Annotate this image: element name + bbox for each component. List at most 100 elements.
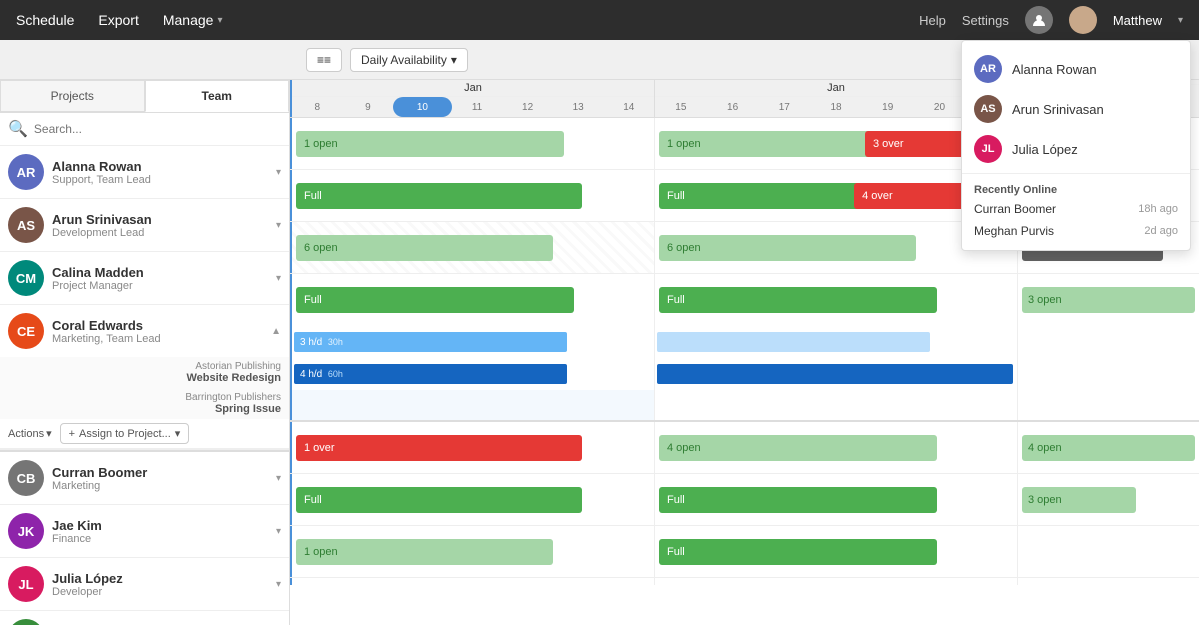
sched-coral-sub1-w3 xyxy=(1017,326,1199,358)
nav-export[interactable]: Export xyxy=(98,12,138,28)
bar-curran-w2[interactable]: 4 open xyxy=(659,435,937,461)
schedule-row-matthew: Full Off Full Off xyxy=(290,578,1199,585)
actions-chevron-icon: ▾ xyxy=(46,427,52,440)
dropdown-item-arun[interactable]: AS Arun Srinivasan xyxy=(962,89,1190,129)
assign-project-button[interactable]: + Assign to Project... ▾ xyxy=(60,423,190,444)
bar-jae-w1[interactable]: Full xyxy=(296,487,582,513)
expand-alanna-icon[interactable]: ▾ xyxy=(276,167,281,178)
bar-julia-w1[interactable]: 1 open xyxy=(296,539,553,565)
schedule-row-coral-sub1: 3 h/d 30h xyxy=(290,326,1199,358)
dropdown-avatar-alanna: AR xyxy=(974,55,1002,83)
filter-icon: ≡≡ xyxy=(317,53,331,67)
bar-coral-main-w2[interactable]: Full xyxy=(659,287,937,313)
search-icon: 🔍 xyxy=(8,119,28,139)
dropdown-online-time-meghan: 2d ago xyxy=(1144,225,1178,237)
person-role-curran: Marketing xyxy=(52,480,276,492)
left-tabs: Projects Team xyxy=(0,80,289,113)
expand-jae-icon[interactable]: ▾ xyxy=(276,526,281,537)
username-label: Matthew xyxy=(1113,13,1162,28)
bar-arun-w2a[interactable]: Full xyxy=(659,183,865,209)
schedule-row-jae: Full Full 3 open xyxy=(290,474,1199,526)
expand-arun-icon[interactable]: ▾ xyxy=(276,220,281,231)
person-role-julia: Developer xyxy=(52,586,276,598)
nav-schedule[interactable]: Schedule xyxy=(16,12,74,28)
sched-coral-sub2-w2 xyxy=(654,358,1017,390)
day-10-today: 10 xyxy=(393,97,452,117)
person-name-julia: Julia López xyxy=(52,571,276,586)
filter-button[interactable]: ≡≡ xyxy=(306,48,342,72)
person-row-arun: AS Arun Srinivasan Development Lead ▾ xyxy=(0,199,289,252)
person-info-julia: Julia López Developer xyxy=(52,571,276,598)
schedule-coral-actions-inner xyxy=(290,390,1199,420)
bar-alanna-w2a[interactable]: 1 open xyxy=(659,131,872,157)
user-avatar[interactable] xyxy=(1069,6,1097,34)
sched-coral-main-w3: 3 open xyxy=(1017,274,1199,326)
day-labels-1: 8 9 10 11 12 13 14 xyxy=(292,97,654,117)
person-row-curran: CB Curran Boomer Marketing ▾ xyxy=(0,450,289,505)
bar-curran-w1[interactable]: 1 over xyxy=(296,435,582,461)
avatar-matthew: ML xyxy=(8,619,44,625)
bar-coral-main-w1[interactable]: Full xyxy=(296,287,574,313)
week-label-1: Jan xyxy=(292,80,654,97)
coral-project-1: Astorian Publishing Website Redesign xyxy=(0,357,289,388)
bar-calina-w2[interactable]: 6 open xyxy=(659,235,916,261)
bar-julia-w2[interactable]: Full xyxy=(659,539,937,565)
bar-jae-w2[interactable]: Full xyxy=(659,487,937,513)
manage-chevron-icon: ▾ xyxy=(217,15,222,26)
tab-projects[interactable]: Projects xyxy=(0,80,145,112)
day-15: 15 xyxy=(655,97,707,117)
assign-label: Assign to Project... xyxy=(79,428,171,440)
availability-dropdown[interactable]: Daily Availability ▾ xyxy=(350,48,468,72)
bar-arun-w1[interactable]: Full xyxy=(296,183,582,209)
bar-jae-w3[interactable]: 3 open xyxy=(1022,487,1136,513)
bar-coral-sub2-w2 xyxy=(657,364,1013,384)
schedule-row-coral-main: Full Full 3 open xyxy=(290,274,1199,326)
sched-julia-w1: 1 open xyxy=(290,526,654,577)
schedule-row-curran: 1 over 4 open 4 open xyxy=(290,422,1199,474)
user-dropdown: AR Alanna Rowan AS Arun Srinivasan JL Ju… xyxy=(961,40,1191,251)
person-row-alanna: AR Alanna Rowan Support, Team Lead ▾ xyxy=(0,146,289,199)
sched-curran-w2: 4 open xyxy=(654,422,1017,473)
nav-settings[interactable]: Settings xyxy=(962,13,1009,28)
dropdown-divider xyxy=(962,173,1190,174)
sched-julia-w3 xyxy=(1017,526,1199,577)
person-section-coral: CE Coral Edwards Marketing, Team Lead ▲ … xyxy=(0,305,289,450)
actions-button[interactable]: Actions ▾ xyxy=(8,427,52,440)
bar-coral-main-w3[interactable]: 3 open xyxy=(1022,287,1195,313)
assign-icon: + xyxy=(69,428,75,440)
bar-alanna-w1[interactable]: 1 open xyxy=(296,131,564,157)
sched-jae-w3: 3 open xyxy=(1017,474,1199,525)
dropdown-avatar-julia: JL xyxy=(974,135,1002,163)
person-row-calina: CM Calina Madden Project Manager ▾ xyxy=(0,252,289,305)
expand-julia-icon[interactable]: ▾ xyxy=(276,579,281,590)
day-17: 17 xyxy=(758,97,810,117)
user-icon[interactable] xyxy=(1025,6,1053,34)
collapse-coral-icon[interactable]: ▲ xyxy=(271,326,281,337)
day-16: 16 xyxy=(707,97,759,117)
nav-manage[interactable]: Manage ▾ xyxy=(163,12,223,28)
search-input[interactable] xyxy=(34,122,281,136)
search-box: 🔍 xyxy=(0,113,289,146)
expand-calina-icon[interactable]: ▾ xyxy=(276,273,281,284)
person-info-alanna: Alanna Rowan Support, Team Lead xyxy=(52,159,276,186)
username-chevron-icon: ▾ xyxy=(1178,15,1183,26)
dropdown-online-curran[interactable]: Curran Boomer 18h ago xyxy=(962,198,1190,220)
bar-curran-w3[interactable]: 4 open xyxy=(1022,435,1195,461)
person-info-arun: Arun Srinivasan Development Lead xyxy=(52,212,276,239)
avatar-julia: JL xyxy=(8,566,44,602)
bar-coral-sub1-w1[interactable]: 3 h/d 30h xyxy=(294,332,567,352)
dropdown-item-alanna[interactable]: AR Alanna Rowan xyxy=(962,49,1190,89)
tab-team[interactable]: Team xyxy=(145,80,290,112)
dropdown-item-julia[interactable]: JL Julia López xyxy=(962,129,1190,169)
person-name-calina: Calina Madden xyxy=(52,265,276,280)
assign-chevron-icon: ▾ xyxy=(175,427,181,440)
day-20: 20 xyxy=(914,97,966,117)
bar-coral-sub2-w1[interactable]: 4 h/d 60h xyxy=(294,364,567,384)
expand-curran-icon[interactable]: ▾ xyxy=(276,473,281,484)
bar-calina-w1[interactable]: 6 open xyxy=(296,235,553,261)
coral-company-2: Barrington Publishers Spring Issue xyxy=(52,392,281,415)
dropdown-online-meghan[interactable]: Meghan Purvis 2d ago xyxy=(962,220,1190,242)
availability-label: Daily Availability xyxy=(361,53,447,67)
nav-help[interactable]: Help xyxy=(919,13,946,28)
day-12: 12 xyxy=(502,97,553,117)
